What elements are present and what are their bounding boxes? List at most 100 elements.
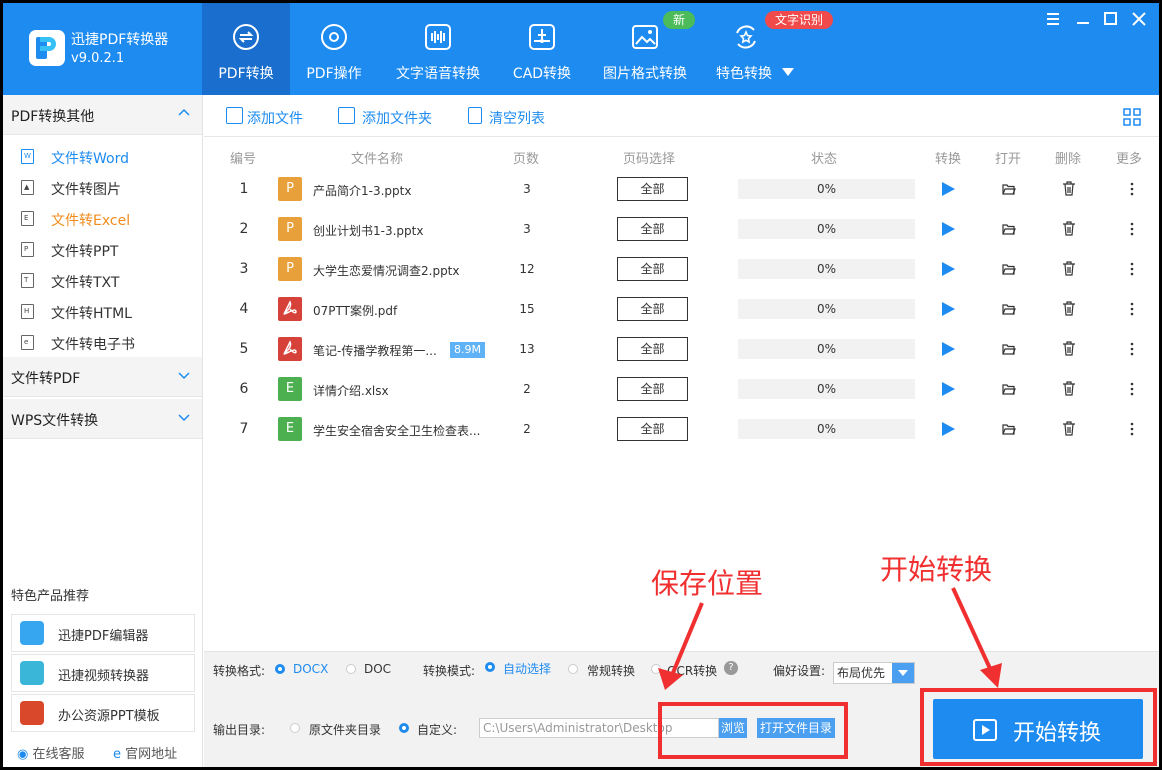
more-icon[interactable] <box>1130 302 1134 316</box>
radio-mode-normal[interactable] <box>568 664 578 674</box>
play-icon[interactable] <box>942 422 955 436</box>
page-select-button[interactable]: 全部 <box>617 177 688 201</box>
page-select-button[interactable]: 全部 <box>617 417 688 441</box>
radio-docx[interactable] <box>275 664 285 674</box>
maximize-icon[interactable] <box>1101 9 1121 29</box>
tab-pdf-operate[interactable]: PDF操作 <box>290 3 378 95</box>
sidebar-item-label: 文件转电子书 <box>51 337 135 353</box>
page-select-button[interactable]: 全部 <box>617 377 688 401</box>
help-icon[interactable]: ? <box>724 661 738 675</box>
rec-pdf-editor[interactable]: 迅捷PDF编辑器 <box>11 614 195 652</box>
rec-label: 办公资源PPT模板 <box>58 709 160 724</box>
folder-open-icon[interactable] <box>1002 222 1016 236</box>
ppt-file-icon: P <box>278 217 302 241</box>
tab-text-audio[interactable]: 文字语音转换 <box>388 3 488 95</box>
pref-select[interactable]: 布局优先 <box>833 662 915 684</box>
radio-mode-auto[interactable] <box>485 662 495 672</box>
sidebar-group-wps[interactable]: WPS文件转换 <box>3 399 202 439</box>
rec-video-converter[interactable]: 迅捷视频转换器 <box>11 654 195 692</box>
play-icon[interactable] <box>942 262 955 276</box>
progress-bar: 0% <box>738 379 915 399</box>
image-file-icon: ▲ <box>21 180 34 195</box>
button-label: 添加文件夹 <box>362 111 432 127</box>
online-service-link[interactable]: ◉ 在线客服 <box>17 743 85 762</box>
excel-file-icon: E <box>278 377 302 401</box>
sidebar-group-pdf-other[interactable]: PDF转换其他 <box>3 95 202 135</box>
play-icon[interactable] <box>942 302 955 316</box>
trash-icon <box>468 107 482 124</box>
table-row: 1 P 产品简介1-3.pptx 3 全部 0% <box>204 170 1159 210</box>
mode-ocr-label: OCR转换 <box>667 664 718 678</box>
page-select-button[interactable]: 全部 <box>617 257 688 281</box>
row-num: 4 <box>239 301 249 317</box>
folder-open-icon[interactable] <box>1002 262 1016 276</box>
row-num: 3 <box>239 261 249 277</box>
trash-icon[interactable] <box>1062 421 1076 436</box>
col-name: 文件名称 <box>351 152 404 167</box>
folder-open-icon[interactable] <box>1002 422 1016 436</box>
trash-icon[interactable] <box>1062 221 1076 236</box>
website-link[interactable]: e 官网地址 <box>113 743 177 762</box>
add-folder-icon <box>338 107 355 124</box>
col-delete: 删除 <box>1055 152 1082 167</box>
app-title: 迅捷PDF转换器 <box>71 32 169 48</box>
ebook-file-icon: e <box>21 335 34 350</box>
minimize-icon[interactable] <box>1073 9 1093 29</box>
trash-icon[interactable] <box>1062 261 1076 276</box>
txt-file-icon: T <box>21 273 34 288</box>
save-location-highlight <box>658 702 848 759</box>
col-num: 编号 <box>230 152 257 167</box>
tab-label: 图片格式转换 <box>603 66 687 82</box>
radio-out-custom[interactable] <box>399 723 409 733</box>
trash-icon[interactable] <box>1062 301 1076 316</box>
radio-out-source[interactable] <box>290 723 300 733</box>
more-icon[interactable] <box>1130 262 1134 276</box>
more-icon[interactable] <box>1130 382 1134 396</box>
col-page-select: 页码选择 <box>623 152 676 167</box>
folder-open-icon[interactable] <box>1002 342 1016 356</box>
play-icon[interactable] <box>942 382 955 396</box>
sidebar-item-label: 文件转Word <box>51 151 129 167</box>
sidebar-group-file-to-pdf[interactable]: 文件转PDF <box>3 357 202 397</box>
page-count: 12 <box>519 262 535 276</box>
trash-icon[interactable] <box>1062 381 1076 396</box>
chevron-down-icon <box>178 372 190 380</box>
play-icon[interactable] <box>942 342 955 356</box>
col-pages: 页数 <box>513 152 540 167</box>
menu-icon[interactable] <box>1043 9 1063 29</box>
page-select-button[interactable]: 全部 <box>617 297 688 321</box>
play-icon[interactable] <box>942 222 955 236</box>
more-icon[interactable] <box>1130 222 1134 236</box>
col-convert: 转换 <box>935 152 962 167</box>
more-icon[interactable] <box>1130 422 1134 436</box>
col-open: 打开 <box>995 152 1022 167</box>
output-label: 输出目录: <box>213 723 266 737</box>
page-select-button[interactable]: 全部 <box>617 337 688 361</box>
trash-icon[interactable] <box>1062 341 1076 356</box>
trash-icon[interactable] <box>1062 181 1076 196</box>
pdf-file-icon <box>278 297 302 321</box>
radio-doc[interactable] <box>346 664 356 674</box>
file-name: 学生安全宿舍安全卫生检查表... <box>313 424 481 438</box>
more-icon[interactable] <box>1130 342 1134 356</box>
grid-view-icon[interactable] <box>1123 108 1141 126</box>
excel-file-icon: E <box>278 417 302 441</box>
tab-cad[interactable]: CAD转换 <box>498 3 586 95</box>
table-row: 6 E 详情介绍.xlsx 2 全部 0% <box>204 370 1159 410</box>
rec-ppt-template[interactable]: 办公资源PPT模板 <box>11 694 195 732</box>
play-icon[interactable] <box>942 182 955 196</box>
file-name: 大学生恋爱情况调查2.pptx <box>313 264 460 278</box>
folder-open-icon[interactable] <box>1002 182 1016 196</box>
page-select-button[interactable]: 全部 <box>617 217 688 241</box>
folder-open-icon[interactable] <box>1002 302 1016 316</box>
save-location-annotation: 保存位置 <box>651 567 764 600</box>
tab-label: CAD转换 <box>512 66 572 82</box>
file-name: 笔记-传播学教程第一... <box>313 344 437 358</box>
more-icon[interactable] <box>1130 182 1134 196</box>
radio-mode-ocr[interactable] <box>651 664 661 674</box>
folder-open-icon[interactable] <box>1002 382 1016 396</box>
sidebar-item-label: 文件转图片 <box>51 182 121 198</box>
tab-pdf-convert[interactable]: PDF转换 <box>202 3 290 95</box>
close-icon[interactable] <box>1129 9 1149 29</box>
group-label: WPS文件转换 <box>11 413 99 429</box>
